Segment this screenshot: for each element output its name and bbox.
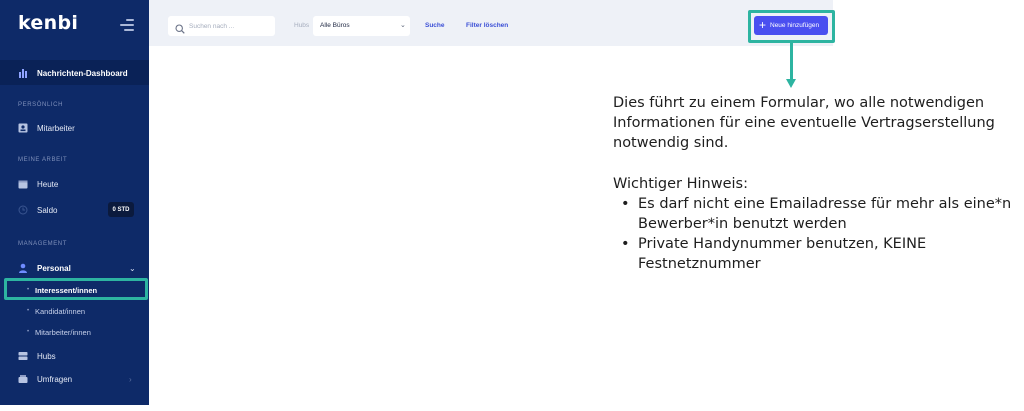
annotation-arrow-head	[786, 79, 796, 88]
annotation-arrow	[790, 43, 793, 79]
hint-bullet-line: Es darf nicht eine Emailadresse für mehr…	[638, 196, 1012, 212]
section-label-work: MEINE ARBEIT	[18, 157, 68, 163]
sidebar-subitem-label: Mitarbeiter/innen	[35, 327, 91, 337]
bullet-icon: •	[27, 308, 30, 314]
sidebar-item-personal[interactable]: Personal ⌄	[0, 257, 149, 279]
sidebar-item-label: Nachrichten-Dashboard	[37, 68, 128, 78]
search-button[interactable]: Suche	[425, 22, 445, 29]
sidebar-item-label: Heute	[37, 179, 59, 189]
user-icon	[18, 263, 28, 273]
content-area	[169, 46, 833, 60]
sidebar-item-label: Umfragen	[37, 374, 73, 384]
sidebar-subitem-label: Kandidat/innen	[35, 306, 86, 316]
hubs-label: Hubs	[294, 22, 310, 29]
annotation-text: Dies führt zu einem Formular, wo alle no…	[613, 93, 1023, 274]
hint-bullet: Private Handynummer benutzen, KEINE Fest…	[613, 234, 1023, 274]
id-card-icon	[18, 123, 28, 133]
annotation-line: Dies führt zu einem Formular, wo alle no…	[613, 95, 985, 111]
sidebar-item-mitarbeiter[interactable]: Mitarbeiter	[0, 117, 149, 139]
search-input[interactable]: Suchen nach ...	[168, 16, 275, 36]
sidebar-item-heute[interactable]: Heute	[0, 173, 149, 195]
sidebar-item-saldo[interactable]: Saldo 0 STD	[0, 199, 149, 221]
chevron-down-icon: ⌄	[129, 263, 136, 273]
hint-title: Wichtiger Hinweis:	[613, 176, 748, 192]
sidebar-item-label: Hubs	[37, 351, 56, 361]
search-icon	[175, 21, 185, 34]
server-icon	[18, 351, 28, 361]
chevron-down-icon: ⌄	[400, 22, 406, 29]
sidebar-subitem-mitarbeiterinnen[interactable]: • Mitarbeiter/innen	[0, 323, 149, 341]
hint-bullet-line: Festnetznummer	[638, 256, 761, 272]
annotation-line: notwendig sind.	[613, 135, 729, 151]
clear-filter-button[interactable]: Filter löschen	[466, 22, 508, 29]
sidebar-item-label: Personal	[37, 263, 71, 273]
hubs-select[interactable]: Alle Büros ⌄	[313, 16, 410, 36]
sidebar-item-umfragen[interactable]: Umfragen ›	[0, 368, 149, 390]
saldo-badge: 0 STD	[108, 202, 134, 217]
plus-icon: +	[759, 18, 767, 32]
sidebar-item-label: Mitarbeiter	[37, 123, 75, 133]
add-new-button-label: Neue hinzufügen	[770, 22, 820, 29]
sidebar: kenbi Nachrichten-Dashboard PERSÖNLICH M…	[0, 0, 149, 405]
survey-icon	[18, 374, 28, 384]
chevron-right-icon: ›	[129, 374, 132, 384]
sidebar-subitem-kandidaten[interactable]: • Kandidat/innen	[0, 302, 149, 320]
bullet-icon: •	[27, 329, 30, 335]
chart-bars-icon	[18, 68, 28, 78]
highlight-interessenten	[4, 278, 148, 300]
section-label-personal: PERSÖNLICH	[18, 102, 64, 108]
hint-bullet: Es darf nicht eine Emailadresse für mehr…	[613, 194, 1023, 234]
menu-toggle-icon[interactable]	[120, 19, 134, 31]
search-placeholder: Suchen nach ...	[189, 22, 235, 30]
sidebar-item-nachrichten-dashboard[interactable]: Nachrichten-Dashboard	[0, 60, 149, 85]
add-new-button[interactable]: + Neue hinzufügen	[754, 16, 828, 35]
sidebar-header: kenbi	[0, 0, 149, 50]
calendar-icon	[18, 179, 28, 189]
section-label-management: MANAGEMENT	[18, 241, 68, 247]
sidebar-item-label: Saldo	[37, 205, 58, 215]
hubs-select-value: Alle Büros	[320, 22, 350, 29]
sidebar-item-hubs[interactable]: Hubs	[0, 345, 149, 367]
annotation-line: Informationen für eine eventuelle Vertra…	[613, 115, 995, 131]
hint-bullet-line: Bewerber*in benutzt werden	[638, 216, 847, 232]
kenbi-logo[interactable]: kenbi	[18, 12, 78, 34]
hint-bullet-line: Private Handynummer benutzen, KEINE	[638, 236, 927, 252]
clock-icon	[18, 205, 28, 215]
